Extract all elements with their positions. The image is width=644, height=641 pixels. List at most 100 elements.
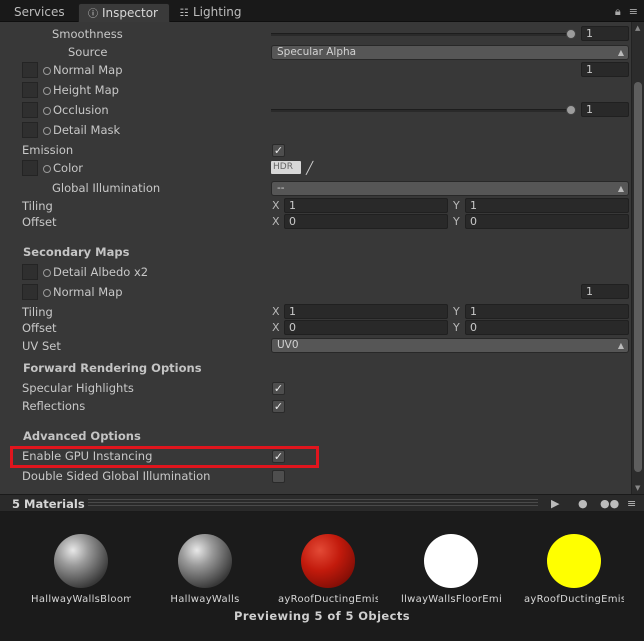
gi-row: Global Illumination -- ▲ — [0, 180, 630, 196]
lights-icon[interactable]: ●● — [600, 496, 619, 512]
specular-highlights-row: Specular Highlights ✓ — [0, 380, 630, 396]
tiling-label: Tiling — [22, 199, 53, 213]
secondary-normal-scale-field[interactable]: 1 — [581, 284, 629, 299]
scroll-down-icon[interactable]: ▼ — [635, 484, 640, 492]
secondary-tiling-x-label: X — [272, 305, 280, 318]
gi-dropdown[interactable]: -- ▲ — [271, 181, 629, 196]
detail-albedo-slot[interactable] — [22, 264, 38, 280]
secondary-tiling-label: Tiling — [22, 305, 53, 319]
object-picker-icon[interactable] — [43, 269, 51, 277]
reflections-label: Reflections — [22, 399, 86, 413]
material-preview-item[interactable]: llwayWallsFloorEmissi — [401, 534, 501, 605]
tab-lighting[interactable]: ☷ Lighting — [174, 3, 254, 22]
detail-albedo-row: Detail Albedo x2 — [0, 264, 630, 280]
secondary-normal-map-label: Normal Map — [53, 285, 123, 299]
emission-map-slot[interactable] — [22, 160, 38, 176]
secondary-tiling-y-field[interactable]: 1 — [465, 304, 629, 319]
offset-x-field[interactable]: 0 — [284, 214, 448, 229]
object-picker-icon[interactable] — [43, 107, 51, 115]
object-picker-icon[interactable] — [43, 289, 51, 297]
height-map-label: Height Map — [53, 83, 119, 97]
normal-map-scale-field[interactable]: 1 — [581, 62, 629, 77]
inspector-scrollbar[interactable]: ▲ ▼ — [631, 22, 644, 494]
source-dropdown[interactable]: Specular Alpha ▲ — [271, 45, 629, 60]
material-preview-item[interactable]: ayRoofDuctingEmissiv — [524, 534, 624, 605]
smoothness-slider-track[interactable] — [271, 33, 571, 36]
secondary-offset-x-field[interactable]: 0 — [284, 320, 448, 335]
tiling-row: Tiling X 1 Y 1 — [0, 198, 630, 214]
specular-highlights-checkbox[interactable]: ✓ — [272, 382, 285, 395]
object-picker-icon[interactable] — [43, 165, 51, 173]
double-sided-gi-label: Double Sided Global Illumination — [22, 469, 211, 483]
preview-toolbar: 5 Materials ▶ ● ●● ≡ — [0, 494, 644, 512]
smoothness-label: Smoothness — [52, 27, 123, 41]
material-name: ayRoofDuctingEmissiv — [524, 594, 624, 605]
secondary-offset-y-field[interactable]: 0 — [465, 320, 629, 335]
detail-mask-slot[interactable] — [22, 122, 38, 138]
dropdown-arrow-icon: ▲ — [617, 184, 624, 193]
material-sphere — [54, 534, 108, 588]
dropdown-arrow-icon: ▲ — [617, 48, 624, 57]
secondary-normal-map-slot[interactable] — [22, 284, 38, 300]
secondary-tiling-x-field[interactable]: 1 — [284, 304, 448, 319]
normal-map-label: Normal Map — [53, 63, 123, 77]
occlusion-slot[interactable] — [22, 102, 38, 118]
normal-map-row: Normal Map 1 — [0, 62, 630, 78]
secondary-offset-label: Offset — [22, 321, 57, 335]
reflections-checkbox[interactable]: ✓ — [272, 400, 285, 413]
tiling-y-field[interactable]: 1 — [465, 198, 629, 213]
tab-bar: Services ⓘ Inspector ☷ Lighting 🔒︎ ≡ — [0, 0, 644, 22]
secondary-offset-row: Offset X 0 Y 0 — [0, 320, 630, 336]
detail-mask-label: Detail Mask — [53, 123, 121, 137]
tab-inspector[interactable]: ⓘ Inspector — [78, 3, 170, 22]
menu-icon[interactable]: ≡ — [627, 496, 636, 512]
height-map-slot[interactable] — [22, 82, 38, 98]
smoothness-slider-knob[interactable] — [566, 29, 576, 39]
reflections-row: Reflections ✓ — [0, 398, 630, 414]
scroll-up-icon[interactable]: ▲ — [635, 24, 640, 32]
tab-services[interactable]: Services — [6, 3, 76, 22]
double-sided-gi-checkbox[interactable] — [272, 470, 285, 483]
object-picker-icon[interactable] — [43, 127, 51, 135]
material-preview-item[interactable]: ayRoofDuctingEmissiv — [278, 534, 378, 605]
object-picker-icon[interactable] — [43, 67, 51, 75]
occlusion-slider-knob[interactable] — [566, 105, 576, 115]
height-map-row: Height Map — [0, 82, 630, 98]
secondary-offset-y-label: Y — [453, 321, 460, 334]
occlusion-field[interactable]: 1 — [581, 102, 629, 117]
source-label: Source — [68, 45, 108, 59]
smoothness-field[interactable]: 1 — [581, 26, 629, 41]
play-icon[interactable]: ▶ — [551, 496, 559, 512]
tiling-x-label: X — [272, 199, 280, 212]
occlusion-slider-track[interactable] — [271, 109, 571, 112]
detail-albedo-label: Detail Albedo x2 — [53, 265, 149, 279]
emission-checkbox[interactable]: ✓ — [272, 144, 285, 157]
material-preview-item[interactable]: HallwayWalls — [155, 534, 255, 605]
emission-label: Emission — [22, 143, 74, 157]
lock-icon[interactable]: 🔒︎ — [615, 5, 621, 18]
eyedropper-icon[interactable]: ╱ — [306, 160, 313, 176]
tiling-x-field[interactable]: 1 — [284, 198, 448, 213]
preview-resize-grip[interactable] — [88, 499, 538, 508]
dropdown-arrow-icon: ▲ — [617, 341, 624, 350]
color-row: Color HDR ╱ — [0, 160, 630, 176]
normal-map-slot[interactable] — [22, 62, 38, 78]
emission-color-swatch[interactable]: HDR — [271, 161, 301, 174]
highlight-annotation — [10, 446, 319, 468]
object-picker-icon[interactable] — [43, 87, 51, 95]
material-name: HallwayWalls — [170, 594, 240, 605]
secondary-tiling-row: Tiling X 1 Y 1 — [0, 304, 630, 320]
material-preview-item[interactable]: HallwayWallsBloom — [31, 534, 131, 605]
scrollbar-thumb[interactable] — [634, 82, 642, 472]
forward-rendering-header: Forward Rendering Options — [23, 361, 202, 375]
occlusion-row: Occlusion 1 — [0, 102, 630, 118]
offset-y-field[interactable]: 0 — [465, 214, 629, 229]
lighting-icon: ☷ — [179, 8, 189, 19]
secondary-tiling-y-label: Y — [453, 305, 460, 318]
material-name: ayRoofDuctingEmissiv — [278, 594, 378, 605]
advanced-options-header: Advanced Options — [23, 429, 141, 443]
sphere-mesh-icon[interactable]: ● — [578, 496, 588, 512]
menu-icon[interactable]: ≡ — [629, 5, 638, 18]
uv-set-dropdown[interactable]: UV0 ▲ — [271, 338, 629, 353]
secondary-normal-map-row: Normal Map 1 — [0, 284, 630, 300]
